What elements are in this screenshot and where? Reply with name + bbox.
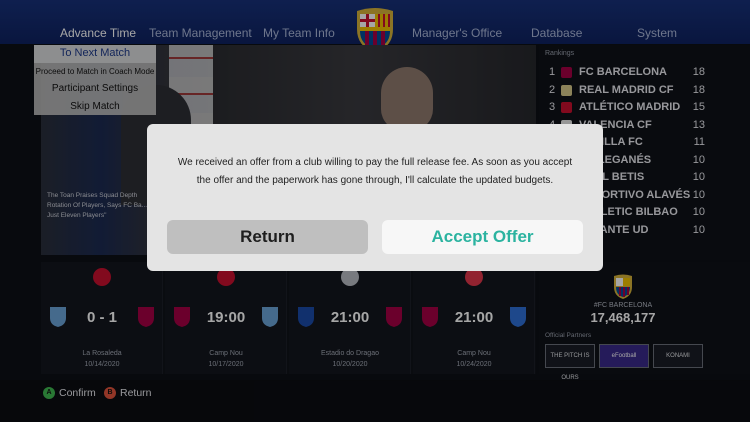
return-button[interactable]: Return — [167, 220, 368, 254]
dialog-message: We received an offer from a club willing… — [177, 157, 573, 186]
game-screen: Advance Time Team Management My Team Inf… — [0, 0, 750, 422]
accept-offer-button[interactable]: Accept Offer — [382, 220, 583, 254]
release-fee-dialog: We received an offer from a club willing… — [147, 124, 603, 271]
